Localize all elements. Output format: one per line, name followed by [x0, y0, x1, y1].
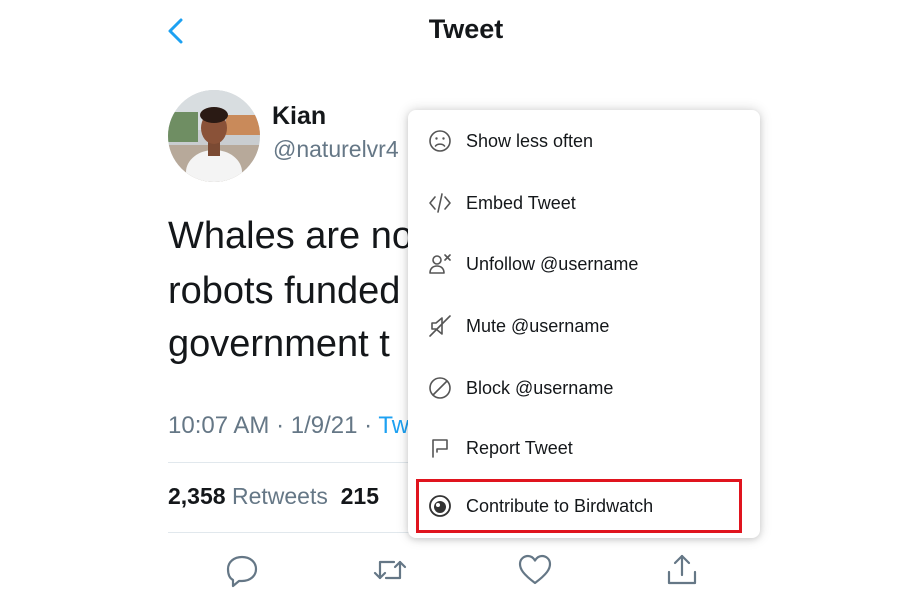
menu-item-label: Block @username — [466, 378, 614, 398]
divider — [168, 462, 428, 463]
page-title: Tweet — [428, 14, 504, 44]
author-name[interactable]: Kian — [272, 102, 326, 131]
menu-item-mute[interactable]: Mute @username — [408, 298, 760, 354]
menu-item-report-tweet[interactable]: Report Tweet — [408, 420, 760, 476]
author-handle[interactable]: @naturelvr4 — [273, 136, 399, 163]
tweet-options-menu: Show less often Embed Tweet Unfollow @us… — [408, 110, 760, 538]
menu-item-label: Show less often — [466, 131, 594, 151]
tweet-date: 1/9/21 — [290, 412, 358, 439]
tweet-source-link[interactable]: Tw — [378, 412, 409, 439]
retweets-count[interactable]: 2,358 — [168, 483, 226, 509]
divider — [168, 532, 428, 533]
menu-item-unfollow[interactable]: Unfollow @username — [408, 236, 760, 292]
tweet-text-line: Whales are no — [168, 215, 414, 257]
highlight-annotation-box — [416, 479, 742, 533]
frown-icon — [429, 130, 451, 152]
likes-count[interactable]: 215 — [341, 483, 379, 509]
meta-separator: · — [269, 412, 291, 439]
retweets-label[interactable]: Retweets — [232, 483, 328, 509]
reply-icon — [226, 555, 258, 588]
avatar-image — [168, 90, 260, 182]
menu-item-label: Embed Tweet — [466, 193, 576, 213]
retweet-button[interactable] — [370, 550, 410, 590]
reply-button[interactable] — [222, 550, 262, 590]
tweet-metadata: 10:07 AM · 1/9/21 · Tw — [168, 412, 409, 440]
menu-item-embed-tweet[interactable]: Embed Tweet — [408, 175, 760, 231]
tweet-text-line: robots funded — [168, 270, 401, 312]
tweet-text-line: government t — [168, 323, 390, 365]
like-button[interactable] — [515, 550, 555, 590]
menu-item-show-less-often[interactable]: Show less often — [408, 113, 760, 169]
heart-icon — [518, 554, 552, 585]
unfollow-icon — [429, 254, 451, 274]
code-icon — [429, 193, 451, 213]
flag-icon — [432, 439, 448, 458]
block-icon — [429, 377, 451, 399]
menu-item-label: Mute @username — [466, 316, 610, 336]
menu-item-block[interactable]: Block @username — [408, 360, 760, 416]
engagement-stats: 2,358 Retweets 215 — [168, 483, 379, 510]
tweet-time: 10:07 AM — [168, 412, 270, 439]
menu-item-label: Report Tweet — [466, 438, 573, 458]
mute-icon — [429, 315, 451, 337]
share-button[interactable] — [662, 550, 702, 590]
meta-separator: · — [357, 412, 379, 439]
avatar[interactable] — [168, 90, 260, 182]
share-icon — [667, 554, 697, 585]
retweet-icon — [373, 560, 407, 580]
menu-item-label: Unfollow @username — [466, 254, 639, 274]
